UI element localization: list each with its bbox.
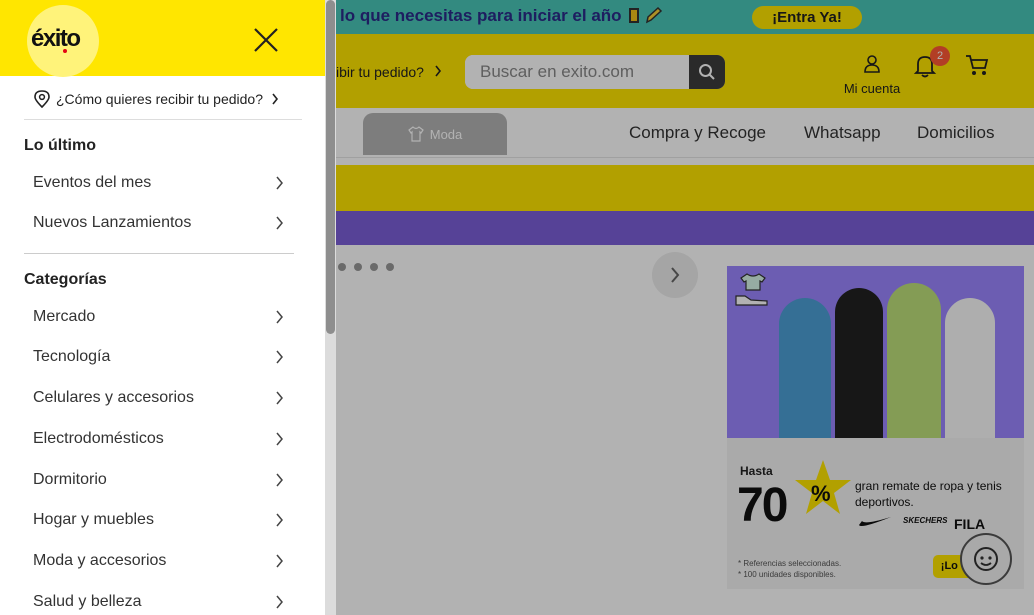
- menu-item-salud-y-belleza[interactable]: Salud y belleza: [24, 583, 294, 615]
- chevron-right-icon: [276, 473, 283, 487]
- location-pin-icon: [34, 89, 50, 108]
- close-menu-button[interactable]: [248, 22, 284, 58]
- chevron-right-icon: [276, 595, 283, 609]
- chevron-right-icon: [276, 391, 283, 405]
- menu-item-electrodomesticos[interactable]: Electrodomésticos: [24, 420, 294, 458]
- chevron-right-icon: [272, 93, 279, 104]
- section-title-lo-ultimo: Lo último: [24, 137, 96, 154]
- menu-item-celulares[interactable]: Celulares y accesorios: [24, 379, 294, 417]
- section-title-categorias: Categorías: [24, 271, 107, 288]
- menu-item-eventos-del-mes[interactable]: Eventos del mes: [24, 164, 294, 202]
- delivery-question: ¿Cómo quieres recibir tu pedido?: [56, 90, 263, 107]
- chevron-right-icon: [276, 310, 283, 324]
- menu-item-mercado[interactable]: Mercado: [24, 298, 294, 336]
- menu-item-label: Tecnología: [33, 348, 111, 365]
- menu-item-nuevos-lanzamientos[interactable]: Nuevos Lanzamientos: [24, 204, 294, 242]
- menu-item-label: Mercado: [33, 308, 96, 325]
- chevron-right-icon: [276, 554, 283, 568]
- side-menu-drawer: éxito ¿Cómo quieres recibir tu pedido? L…: [0, 0, 336, 615]
- drawer-scrollbar-thumb[interactable]: [326, 0, 335, 334]
- drawer-header: éxito: [0, 0, 336, 77]
- menu-item-label: Eventos del mes: [33, 174, 152, 191]
- menu-item-label: Electrodomésticos: [33, 430, 164, 447]
- chevron-right-icon: [276, 176, 283, 190]
- chevron-right-icon: [276, 216, 283, 230]
- logo-text: éxito: [31, 25, 81, 52]
- section-divider: [24, 253, 294, 254]
- menu-item-label: Hogar y muebles: [33, 511, 154, 528]
- chevron-right-icon: [276, 432, 283, 446]
- delivery-option-row[interactable]: ¿Cómo quieres recibir tu pedido?: [24, 78, 302, 120]
- logo-dot: [63, 49, 67, 53]
- menu-item-tecnologia[interactable]: Tecnología: [24, 338, 294, 376]
- menu-item-hogar-y-muebles[interactable]: Hogar y muebles: [24, 501, 294, 539]
- close-icon: [254, 28, 278, 52]
- chevron-right-icon: [276, 350, 283, 364]
- menu-item-dormitorio[interactable]: Dormitorio: [24, 461, 294, 499]
- menu-item-label: Celulares y accesorios: [33, 389, 194, 406]
- menu-item-label: Nuevos Lanzamientos: [33, 214, 192, 231]
- chevron-right-icon: [276, 513, 283, 527]
- menu-item-label: Dormitorio: [33, 471, 107, 488]
- menu-item-label: Moda y accesorios: [33, 552, 167, 569]
- menu-item-label: Salud y belleza: [33, 593, 142, 610]
- exito-logo[interactable]: éxito: [27, 5, 99, 77]
- menu-item-moda-y-accesorios[interactable]: Moda y accesorios: [24, 542, 294, 580]
